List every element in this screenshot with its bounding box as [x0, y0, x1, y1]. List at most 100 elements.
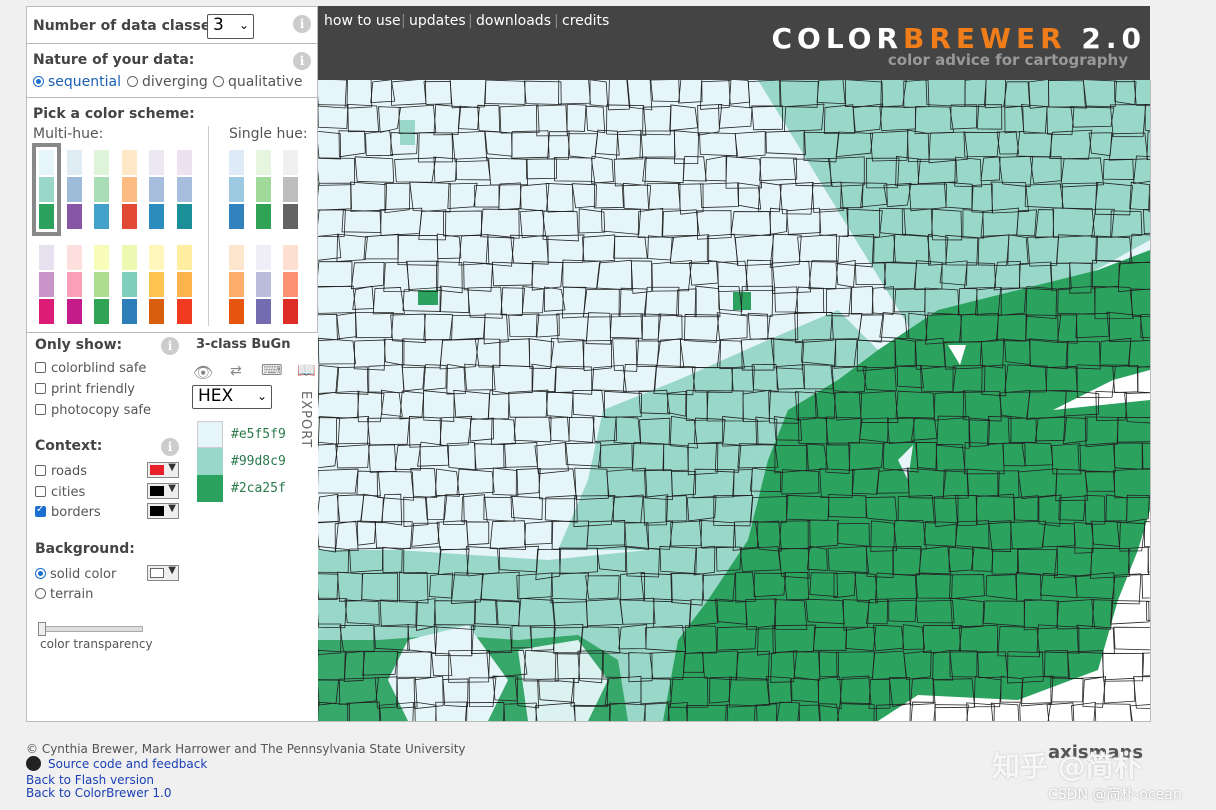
radio-icon — [213, 76, 224, 87]
scheme-color-cell — [228, 176, 245, 203]
color-scheme-option[interactable] — [282, 149, 299, 230]
swatch-row[interactable]: #99d8c9 — [197, 448, 287, 475]
borders-color-picker[interactable]: ▼ — [147, 503, 179, 519]
num-classes-label: Number of data classes: — [33, 18, 225, 34]
flash-version-link[interactable]: Back to Flash version — [26, 773, 154, 787]
color-scheme-option[interactable] — [65, 149, 83, 230]
nature-option-diverging[interactable]: diverging — [127, 74, 208, 90]
color-scheme-option[interactable] — [148, 244, 165, 325]
num-classes-value: 3 — [213, 15, 224, 35]
background-terrain[interactable]: terrain — [35, 587, 93, 602]
color-scheme-option[interactable] — [148, 149, 165, 230]
scheme-color-cell — [65, 176, 83, 203]
chevron-down-icon: ⌄ — [256, 389, 267, 403]
color-scheme-option[interactable] — [93, 244, 110, 325]
info-icon[interactable]: i — [161, 337, 179, 355]
background-solid-color[interactable]: solid color — [35, 567, 116, 582]
slider-handle[interactable] — [38, 622, 46, 636]
color-scheme-option[interactable] — [228, 149, 245, 230]
classes-panel: Number of data classes: 3 ⌄ i — [26, 6, 318, 44]
hex-value: #99d8c9 — [231, 454, 286, 469]
info-icon[interactable]: i — [161, 438, 179, 456]
checkbox-icon — [35, 486, 46, 497]
nav-divider: | — [468, 13, 473, 29]
transparency-slider[interactable] — [38, 622, 143, 636]
scheme-color-cell — [255, 244, 272, 271]
nature-option-qualitative[interactable]: qualitative — [213, 74, 302, 90]
scheme-color-cell — [148, 176, 165, 203]
checkbox-icon — [35, 404, 46, 415]
context-borders[interactable]: borders — [35, 504, 101, 520]
color-scheme-option[interactable] — [175, 149, 193, 230]
scheme-picker-panel: Pick a color scheme: Multi-hue: Single h… — [26, 97, 318, 333]
pick-scheme-label: Pick a color scheme: — [33, 106, 195, 122]
transfer-icon[interactable]: ⇄ — [230, 363, 242, 379]
color-scheme-option[interactable] — [32, 143, 61, 236]
cities-color-picker[interactable]: ▼ — [147, 483, 179, 499]
context-cities[interactable]: cities — [35, 485, 85, 500]
scheme-color-cell — [120, 271, 138, 298]
nav-divider: | — [554, 13, 559, 29]
filter-colorblind-safe[interactable]: colorblind safe — [35, 361, 146, 376]
info-icon[interactable]: i — [293, 52, 311, 70]
checkbox-icon — [35, 362, 46, 373]
eye-icon[interactable]: 👁 — [193, 363, 213, 382]
scheme-color-cell — [120, 298, 138, 325]
scheme-color-cell — [255, 149, 272, 176]
scheme-color-cell — [65, 244, 83, 271]
scheme-color-cell — [228, 244, 245, 271]
laptop-icon[interactable]: ⌨ — [261, 361, 283, 379]
source-code-link[interactable]: Source code and feedback — [48, 757, 207, 771]
roads-color-picker[interactable]: ▼ — [147, 462, 179, 478]
book-icon[interactable]: 📖 — [297, 361, 316, 379]
color-scheme-option[interactable] — [65, 244, 83, 325]
format-select[interactable]: HEX ⌄ — [192, 385, 272, 409]
nature-label: Nature of your data: — [33, 52, 195, 68]
color-scheme-option[interactable] — [255, 149, 272, 230]
map-area[interactable] — [318, 80, 1151, 722]
scheme-color-cell — [65, 203, 83, 230]
scheme-color-cell — [228, 149, 245, 176]
scheme-color-cell — [282, 298, 299, 325]
map-county — [400, 120, 415, 145]
background-color-picker[interactable]: ▼ — [147, 565, 179, 581]
color-scheme-option[interactable] — [120, 244, 138, 325]
scheme-color-cell — [148, 298, 165, 325]
transparency-label: color transparency — [40, 637, 153, 651]
nav-updates[interactable]: updates — [409, 13, 466, 29]
nature-option-sequential[interactable]: sequential — [33, 74, 121, 90]
scheme-color-cell — [228, 298, 245, 325]
num-classes-select[interactable]: 3 ⌄ — [207, 14, 254, 39]
color-swatch — [197, 421, 223, 448]
color-scheme-option[interactable] — [175, 244, 193, 325]
color-scheme-option[interactable] — [93, 149, 110, 230]
radio-icon — [33, 76, 44, 87]
color-scheme-option[interactable] — [282, 244, 299, 325]
watermark-text: 知乎 @简朴 — [992, 750, 1142, 783]
swatch-row[interactable]: #2ca25f — [197, 475, 287, 502]
export-tab[interactable]: EXPORT — [298, 391, 313, 448]
scheme-color-cell — [38, 149, 55, 176]
nav-downloads[interactable]: downloads — [476, 13, 551, 29]
nav-divider: | — [401, 13, 406, 29]
chevron-down-icon: ▼ — [168, 483, 176, 494]
nav-credits[interactable]: credits — [562, 13, 609, 29]
scheme-color-cell — [38, 203, 55, 230]
swatch-row[interactable]: #e5f5f9 — [197, 421, 287, 448]
nav-how-to-use[interactable]: how to use — [324, 13, 401, 29]
context-roads[interactable]: roads — [35, 464, 87, 479]
scheme-color-cell — [228, 271, 245, 298]
scheme-color-cell — [65, 149, 83, 176]
colorbrewer-1-link[interactable]: Back to ColorBrewer 1.0 — [26, 786, 171, 800]
scheme-color-cell — [255, 271, 272, 298]
color-scheme-option[interactable] — [228, 244, 245, 325]
color-scheme-option[interactable] — [120, 149, 138, 230]
color-scheme-option[interactable] — [38, 244, 55, 325]
scheme-color-cell — [282, 203, 299, 230]
filter-photocopy-safe[interactable]: photocopy safe — [35, 403, 151, 418]
info-icon[interactable]: i — [293, 15, 311, 33]
county-map[interactable] — [318, 80, 1150, 721]
scheme-color-cell — [93, 298, 110, 325]
color-scheme-option[interactable] — [255, 244, 272, 325]
filter-print-friendly[interactable]: print friendly — [35, 382, 135, 397]
